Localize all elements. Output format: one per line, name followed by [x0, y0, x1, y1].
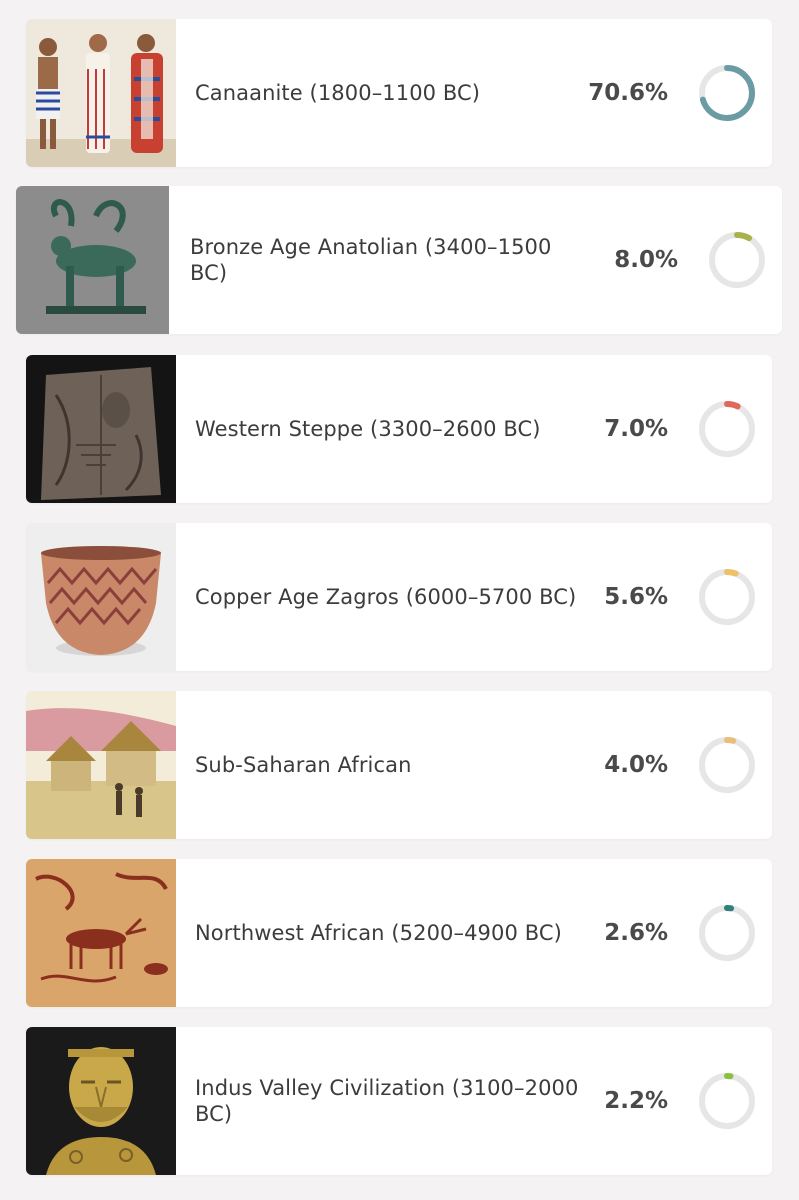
ancestry-row-indus-valley-civilization[interactable]: Indus Valley Civilization (3100–2000 BC)…	[26, 1027, 772, 1175]
ancestry-donut-chart	[699, 905, 755, 961]
ancestry-donut-chart	[699, 65, 755, 121]
canaanite-figures-image	[26, 19, 176, 167]
ancestry-donut-chart	[699, 737, 755, 793]
ancestry-row-northwest-african[interactable]: Northwest African (5200–4900 BC) 2.6%	[26, 859, 772, 1007]
ancestry-donut-chart	[709, 232, 765, 288]
ancestry-donut-chart	[699, 569, 755, 625]
priest-king-bust-image	[26, 1027, 176, 1175]
ancestry-row-western-steppe[interactable]: Western Steppe (3300–2600 BC) 7.0%	[26, 355, 772, 503]
donut-track	[699, 905, 755, 961]
ancestry-label: Bronze Age Anatolian (3400–1500 BC)	[190, 235, 552, 285]
ancestry-percent: 5.6%	[604, 584, 668, 610]
ancestry-percent: 2.6%	[604, 920, 668, 946]
ancestry-label: Canaanite (1800–1100 BC)	[195, 81, 481, 105]
donut-track	[699, 569, 755, 625]
ancestry-row-bronze-age-anatolian[interactable]: Bronze Age Anatolian (3400–1500 BC) 8.0%	[16, 186, 782, 334]
ancestry-percent: 8.0%	[614, 247, 678, 273]
ancestry-percent: 7.0%	[604, 416, 668, 442]
donut-track	[709, 232, 765, 288]
ancestry-percent: 2.2%	[604, 1088, 668, 1114]
ancestry-donut-chart	[699, 401, 755, 457]
ancestry-label: Western Steppe (3300–2600 BC)	[195, 417, 541, 441]
ancestry-label: Northwest African (5200–4900 BC)	[195, 921, 562, 945]
ancestry-percent: 4.0%	[604, 752, 668, 778]
ancestry-percent: 70.6%	[588, 80, 668, 106]
donut-track	[699, 737, 755, 793]
african-village-image	[26, 691, 176, 839]
ancestry-label: Copper Age Zagros (6000–5700 BC)	[195, 585, 577, 609]
donut-track	[699, 401, 755, 457]
ancestry-row-copper-age-zagros[interactable]: Copper Age Zagros (6000–5700 BC) 5.6%	[26, 523, 772, 671]
ancestry-row-canaanite[interactable]: Canaanite (1800–1100 BC) 70.6%	[26, 19, 772, 167]
bronze-stag-statue-image	[16, 186, 169, 334]
donut-track	[699, 1073, 755, 1129]
ancestry-label: Sub-Saharan African	[195, 753, 412, 777]
rock-art-image	[26, 859, 176, 1007]
ancestry-donut-chart	[699, 1073, 755, 1129]
painted-pottery-image	[26, 523, 176, 671]
ancestry-label: Indus Valley Civilization (3100–2000 BC)	[195, 1076, 579, 1126]
stone-stele-image	[26, 355, 176, 503]
ancestry-row-sub-saharan-african[interactable]: Sub-Saharan African 4.0%	[26, 691, 772, 839]
